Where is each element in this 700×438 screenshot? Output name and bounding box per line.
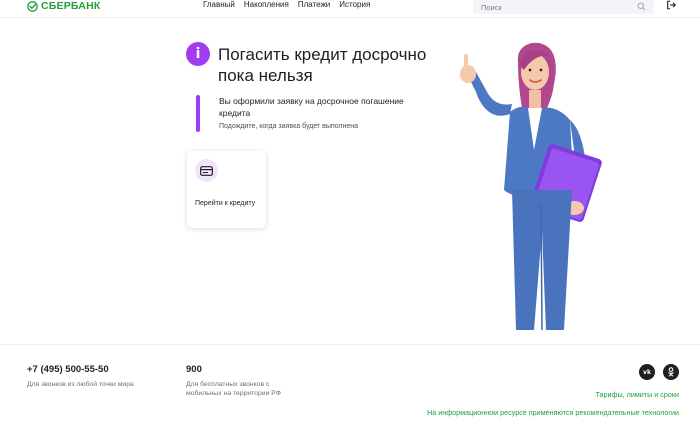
nav-item-payments[interactable]: Платежи — [298, 0, 330, 9]
logo-text: СБЕРБАНК — [41, 0, 101, 12]
page: СБЕРБАНК Главный Накопления Платежи Исто… — [0, 0, 700, 438]
recommendation-tech-link[interactable]: На информационном ресурсе применяются ре… — [427, 408, 679, 417]
info-icon: i — [186, 42, 210, 66]
footer: +7 (495) 500-55-50 Для звонков из любой … — [0, 344, 700, 438]
main-nav: Главный Накопления Платежи История — [203, 0, 370, 9]
ok-icon-glyph — [668, 367, 674, 377]
card-icon — [200, 165, 213, 176]
nav-item-main[interactable]: Главный — [203, 0, 235, 9]
vk-icon-label: vk — [643, 368, 651, 376]
footer-short-number[interactable]: 900 — [186, 364, 202, 375]
card-label: Перейти к кредиту — [195, 200, 256, 207]
footer-phone-desc: Для звонков из любой точки мира — [27, 381, 134, 388]
card-icon-wrap — [195, 159, 218, 182]
notice-accent-bar — [196, 95, 200, 132]
footer-phone[interactable]: +7 (495) 500-55-50 — [27, 364, 109, 375]
woman-illustration — [460, 42, 602, 331]
nav-item-history[interactable]: История — [339, 0, 370, 9]
footer-short-desc: Для бесплатных звонков с мобильных на те… — [186, 381, 281, 397]
search-box — [473, 0, 654, 14]
vk-icon[interactable]: vk — [639, 364, 655, 380]
logout-icon[interactable] — [666, 0, 676, 10]
search-icon[interactable] — [637, 2, 646, 11]
notice-title: Вы оформили заявку на досрочное погашени… — [219, 96, 404, 118]
nav-item-savings[interactable]: Накопления — [244, 0, 289, 9]
tariffs-link[interactable]: Тарифы, лимиты и сроки — [595, 390, 679, 399]
sber-logo-icon — [27, 0, 38, 12]
sber-logo[interactable]: СБЕРБАНК — [27, 0, 100, 12]
ok-icon[interactable]: ok — [663, 364, 679, 380]
header: СБЕРБАНК Главный Накопления Платежи Исто… — [0, 0, 700, 18]
page-title: Погасить кредит досрочно пока нельзя — [218, 45, 427, 85]
notice-subtitle: Подождите, когда заявка будет выполнена — [219, 123, 359, 130]
search-input[interactable] — [481, 1, 631, 13]
go-to-credit-card[interactable]: Перейти к кредиту — [187, 151, 266, 228]
